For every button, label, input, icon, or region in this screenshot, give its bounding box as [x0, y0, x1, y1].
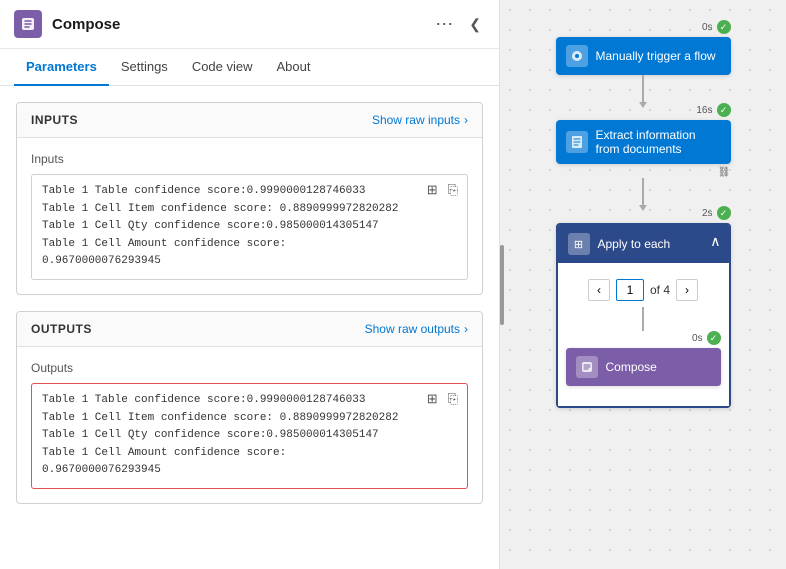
tab-parameters[interactable]: Parameters: [14, 49, 109, 86]
compose-icon: [14, 10, 42, 38]
inputs-label: Inputs: [31, 152, 468, 166]
pagination-input[interactable]: [616, 279, 644, 301]
apply-check-icon: ✓: [717, 206, 731, 220]
inputs-section: INPUTS Show raw inputs › Inputs ⊞ ⎘ Tabl…: [16, 102, 483, 295]
apply-icon: ⊞: [568, 233, 590, 255]
tab-settings[interactable]: Settings: [109, 49, 180, 86]
outputs-code-actions: ⊞ ⎘: [424, 390, 461, 408]
inputs-content: Inputs ⊞ ⎘ Table 1 Table confidence scor…: [17, 138, 482, 294]
compose-time-badge: 0s ✓: [566, 331, 721, 345]
outputs-grid-button[interactable]: ⊞: [424, 390, 441, 408]
connector-2: [642, 178, 644, 206]
trigger-label: Manually trigger a flow: [596, 49, 716, 63]
output-line-2: Table 1 Cell Item confidence score: 0.88…: [42, 410, 457, 428]
inputs-grid-button[interactable]: ⊞: [424, 181, 441, 199]
compose-node-label: Compose: [606, 360, 657, 374]
compose-check-icon: ✓: [707, 331, 721, 345]
panel-body: INPUTS Show raw inputs › Inputs ⊞ ⎘ Tabl…: [0, 86, 499, 569]
output-line-3: Table 1 Cell Qty confidence score:0.9850…: [42, 427, 457, 445]
tab-about[interactable]: About: [265, 49, 323, 86]
compose-node-icon: [576, 356, 598, 378]
left-panel: Compose ⋯ ❮ Parameters Settings Code vie…: [0, 0, 500, 569]
trigger-icon: [566, 45, 588, 67]
outputs-label: Outputs: [31, 361, 468, 375]
outputs-title: OUTPUTS: [31, 322, 92, 336]
outputs-content: Outputs ⊞ ⎘ Table 1 Table confidence sco…: [17, 347, 482, 503]
extract-label: Extract information from documents: [596, 128, 721, 156]
input-line-5: 0.9670000076293945: [42, 253, 457, 271]
right-panel: 0s ✓ Manually trigger a flow 16s ✓: [500, 0, 786, 569]
input-line-1: Table 1 Table confidence score:0.9990000…: [42, 183, 457, 201]
compose-node-header: Compose: [566, 348, 721, 386]
inputs-code-box: ⊞ ⎘ Table 1 Table confidence score:0.999…: [31, 174, 468, 280]
inputs-section-header: INPUTS Show raw inputs ›: [17, 103, 482, 138]
apply-body: ‹ of 4 › 0s ✓: [558, 263, 729, 406]
input-line-4: Table 1 Cell Amount confidence score:: [42, 236, 457, 254]
inner-connector: [642, 307, 644, 331]
extract-node-header: Extract information from documents: [556, 120, 731, 164]
scroll-indicator: [500, 245, 504, 325]
compose-node[interactable]: Compose: [566, 348, 721, 386]
outputs-section: OUTPUTS Show raw outputs › Outputs ⊞ ⎘ T…: [16, 311, 483, 504]
inputs-title: INPUTS: [31, 113, 78, 127]
header: Compose ⋯ ❮: [0, 0, 499, 49]
trigger-node[interactable]: Manually trigger a flow: [556, 37, 731, 75]
tab-codeview[interactable]: Code view: [180, 49, 265, 86]
apply-node[interactable]: ⊞ Apply to each ∧ ‹ of 4 › 0s: [556, 223, 731, 408]
outputs-copy-button[interactable]: ⎘: [445, 390, 461, 408]
trigger-node-header: Manually trigger a flow: [556, 37, 731, 75]
trigger-check-icon: ✓: [717, 20, 731, 34]
flow-container: 0s ✓ Manually trigger a flow 16s ✓: [543, 20, 743, 408]
pagination-of-label: of 4: [650, 283, 670, 297]
output-line-4: Table 1 Cell Amount confidence score:: [42, 445, 457, 463]
show-raw-inputs-button[interactable]: Show raw inputs ›: [372, 113, 468, 127]
extract-check-icon: ✓: [717, 103, 731, 117]
apply-bottom-spacing: [568, 386, 719, 396]
connector-1: [642, 75, 644, 103]
apply-expand-button[interactable]: ∧: [710, 233, 720, 250]
outputs-section-header: OUTPUTS Show raw outputs ›: [17, 312, 482, 347]
inputs-code-actions: ⊞ ⎘: [424, 181, 461, 199]
tabs-bar: Parameters Settings Code view About: [0, 49, 499, 86]
header-actions: ⋯ ❮: [431, 14, 485, 35]
output-line-1: Table 1 Table confidence score:0.9990000…: [42, 392, 457, 410]
collapse-button[interactable]: ❮: [465, 16, 485, 33]
extract-link-indicator: ⛓: [556, 167, 731, 178]
output-line-5: 0.9670000076293945: [42, 462, 457, 480]
input-line-3: Table 1 Cell Qty confidence score:0.9850…: [42, 218, 457, 236]
inputs-copy-button[interactable]: ⎘: [445, 181, 461, 199]
inner-compose-container: 0s ✓ Compose: [568, 331, 719, 386]
more-options-button[interactable]: ⋯: [431, 14, 457, 35]
extract-icon: [566, 131, 588, 153]
outputs-code-box: ⊞ ⎘ Table 1 Table confidence score:0.999…: [31, 383, 468, 489]
input-line-2: Table 1 Cell Item confidence score: 0.88…: [42, 201, 457, 219]
page-title: Compose: [52, 16, 421, 33]
show-raw-outputs-button[interactable]: Show raw outputs ›: [365, 322, 468, 336]
trigger-time-badge: 0s ✓: [556, 20, 731, 34]
extract-node[interactable]: Extract information from documents: [556, 120, 731, 164]
pagination-row: ‹ of 4 ›: [568, 273, 719, 307]
pagination-prev-button[interactable]: ‹: [588, 279, 610, 301]
compose-time: 0s: [692, 333, 703, 344]
apply-node-header: ⊞ Apply to each ∧: [558, 225, 729, 263]
pagination-next-button[interactable]: ›: [676, 279, 698, 301]
apply-label: Apply to each: [598, 237, 671, 251]
